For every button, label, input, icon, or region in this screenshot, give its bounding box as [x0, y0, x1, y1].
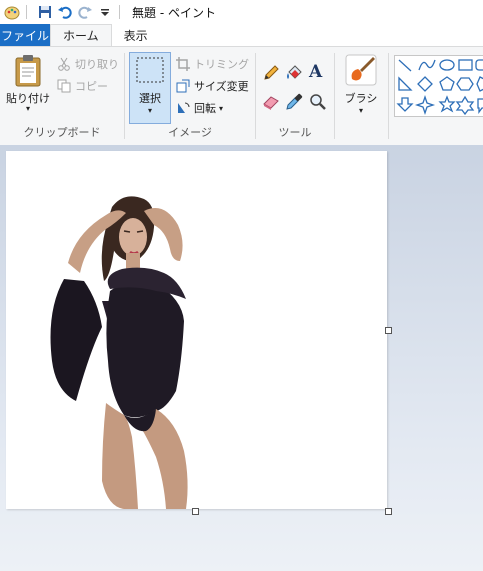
ribbon-tabs: ファイル ホーム 表示 — [0, 24, 483, 46]
cut-label: 切り取り — [75, 58, 119, 71]
shape-curve — [418, 59, 436, 71]
clipboard-group-label: クリップボード — [23, 126, 101, 139]
shape-four-point-star — [414, 94, 436, 116]
cut-button[interactable]: 切り取り — [56, 55, 119, 73]
resize-handle-bottom[interactable] — [192, 508, 199, 515]
brushes-button[interactable]: ブラシ ▾ — [341, 53, 381, 115]
shape-line — [398, 59, 412, 72]
tools-group-label: ツール — [278, 126, 312, 139]
shape-heptagon — [476, 76, 483, 92]
select-rectangle-icon — [136, 57, 164, 83]
canvas-figure-image — [50, 196, 188, 509]
magnifier-icon[interactable] — [309, 93, 327, 111]
shape-diamond — [417, 76, 433, 92]
tab-view[interactable]: 表示 — [112, 24, 160, 46]
fill-bucket-icon[interactable] — [285, 64, 303, 82]
tab-file[interactable]: ファイル — [0, 24, 50, 46]
qat-separator — [26, 5, 27, 19]
resize-handle-corner[interactable] — [385, 508, 392, 515]
pencil-icon[interactable] — [262, 64, 280, 82]
save-icon[interactable] — [37, 4, 53, 20]
clipboard-icon — [15, 55, 41, 87]
select-dropdown-icon[interactable]: ▾ — [130, 106, 170, 115]
resize-label: サイズ変更 — [194, 80, 249, 93]
paint-app-icon[interactable] — [4, 4, 20, 20]
tab-home[interactable]: ホーム — [50, 24, 112, 46]
clipboard-group: 貼り付け ▾ 切り取り コピー クリップボード — [0, 47, 124, 145]
image-group-label: イメージ — [168, 126, 212, 139]
shape-rounded-rectangle — [475, 59, 483, 71]
select-label: 選択 — [139, 92, 161, 105]
scissors-icon — [56, 56, 72, 72]
copy-button[interactable]: コピー — [56, 77, 108, 95]
select-button[interactable]: 選択 ▾ — [129, 52, 171, 124]
copy-label: コピー — [75, 80, 108, 93]
window-title: 無題 - ペイント — [132, 5, 216, 20]
shape-rectangle — [458, 59, 473, 71]
group-separator — [388, 53, 389, 139]
crop-icon — [175, 56, 191, 72]
undo-icon[interactable] — [57, 4, 73, 20]
crop-button[interactable]: トリミング — [175, 55, 249, 73]
shape-callout — [477, 98, 483, 114]
drawing-canvas[interactable] — [6, 151, 387, 509]
copy-icon — [56, 78, 72, 94]
shape-six-point-star — [455, 95, 475, 116]
rotate-icon — [175, 100, 191, 116]
shape-hexagon — [456, 77, 474, 91]
brushes-dropdown-icon[interactable]: ▾ — [341, 106, 381, 115]
text-tool-icon[interactable]: A — [309, 63, 327, 81]
canvas-area[interactable] — [0, 145, 483, 571]
resize-button[interactable]: サイズ変更 — [175, 77, 249, 95]
eraser-icon[interactable] — [262, 93, 280, 111]
crop-label: トリミング — [194, 58, 249, 71]
brushes-group: ブラシ ▾ — [335, 47, 387, 145]
rotate-button[interactable]: 回転 ▾ — [175, 99, 223, 117]
customize-qat-icon[interactable] — [97, 4, 113, 20]
shape-pentagon — [439, 76, 455, 91]
shape-down-arrow — [396, 97, 414, 112]
title-bar: 無題 - ペイント — [0, 0, 483, 24]
image-group: 選択 ▾ トリミング サイズ変更 回転 ▾ イメージ — [125, 47, 255, 145]
shape-oval — [439, 59, 455, 71]
rotate-dropdown-icon[interactable]: ▾ — [219, 104, 223, 113]
shape-five-point-star — [438, 95, 456, 113]
shape-right-triangle — [398, 76, 413, 91]
shapes-gallery[interactable] — [394, 55, 483, 117]
brush-icon — [345, 54, 377, 86]
color-picker-icon[interactable] — [285, 93, 303, 111]
paste-button[interactable]: 貼り付け ▾ — [6, 53, 50, 113]
brushes-label: ブラシ — [344, 92, 378, 105]
resize-handle-right[interactable] — [385, 327, 392, 334]
resize-icon — [175, 78, 191, 94]
tools-group: A ツール — [256, 47, 334, 145]
rotate-label: 回転 — [194, 102, 216, 115]
title-separator — [119, 5, 120, 19]
redo-icon[interactable] — [77, 4, 93, 20]
ribbon: 貼り付け ▾ 切り取り コピー クリップボード 選択 ▾ トリミング サイズ変更… — [0, 46, 483, 146]
